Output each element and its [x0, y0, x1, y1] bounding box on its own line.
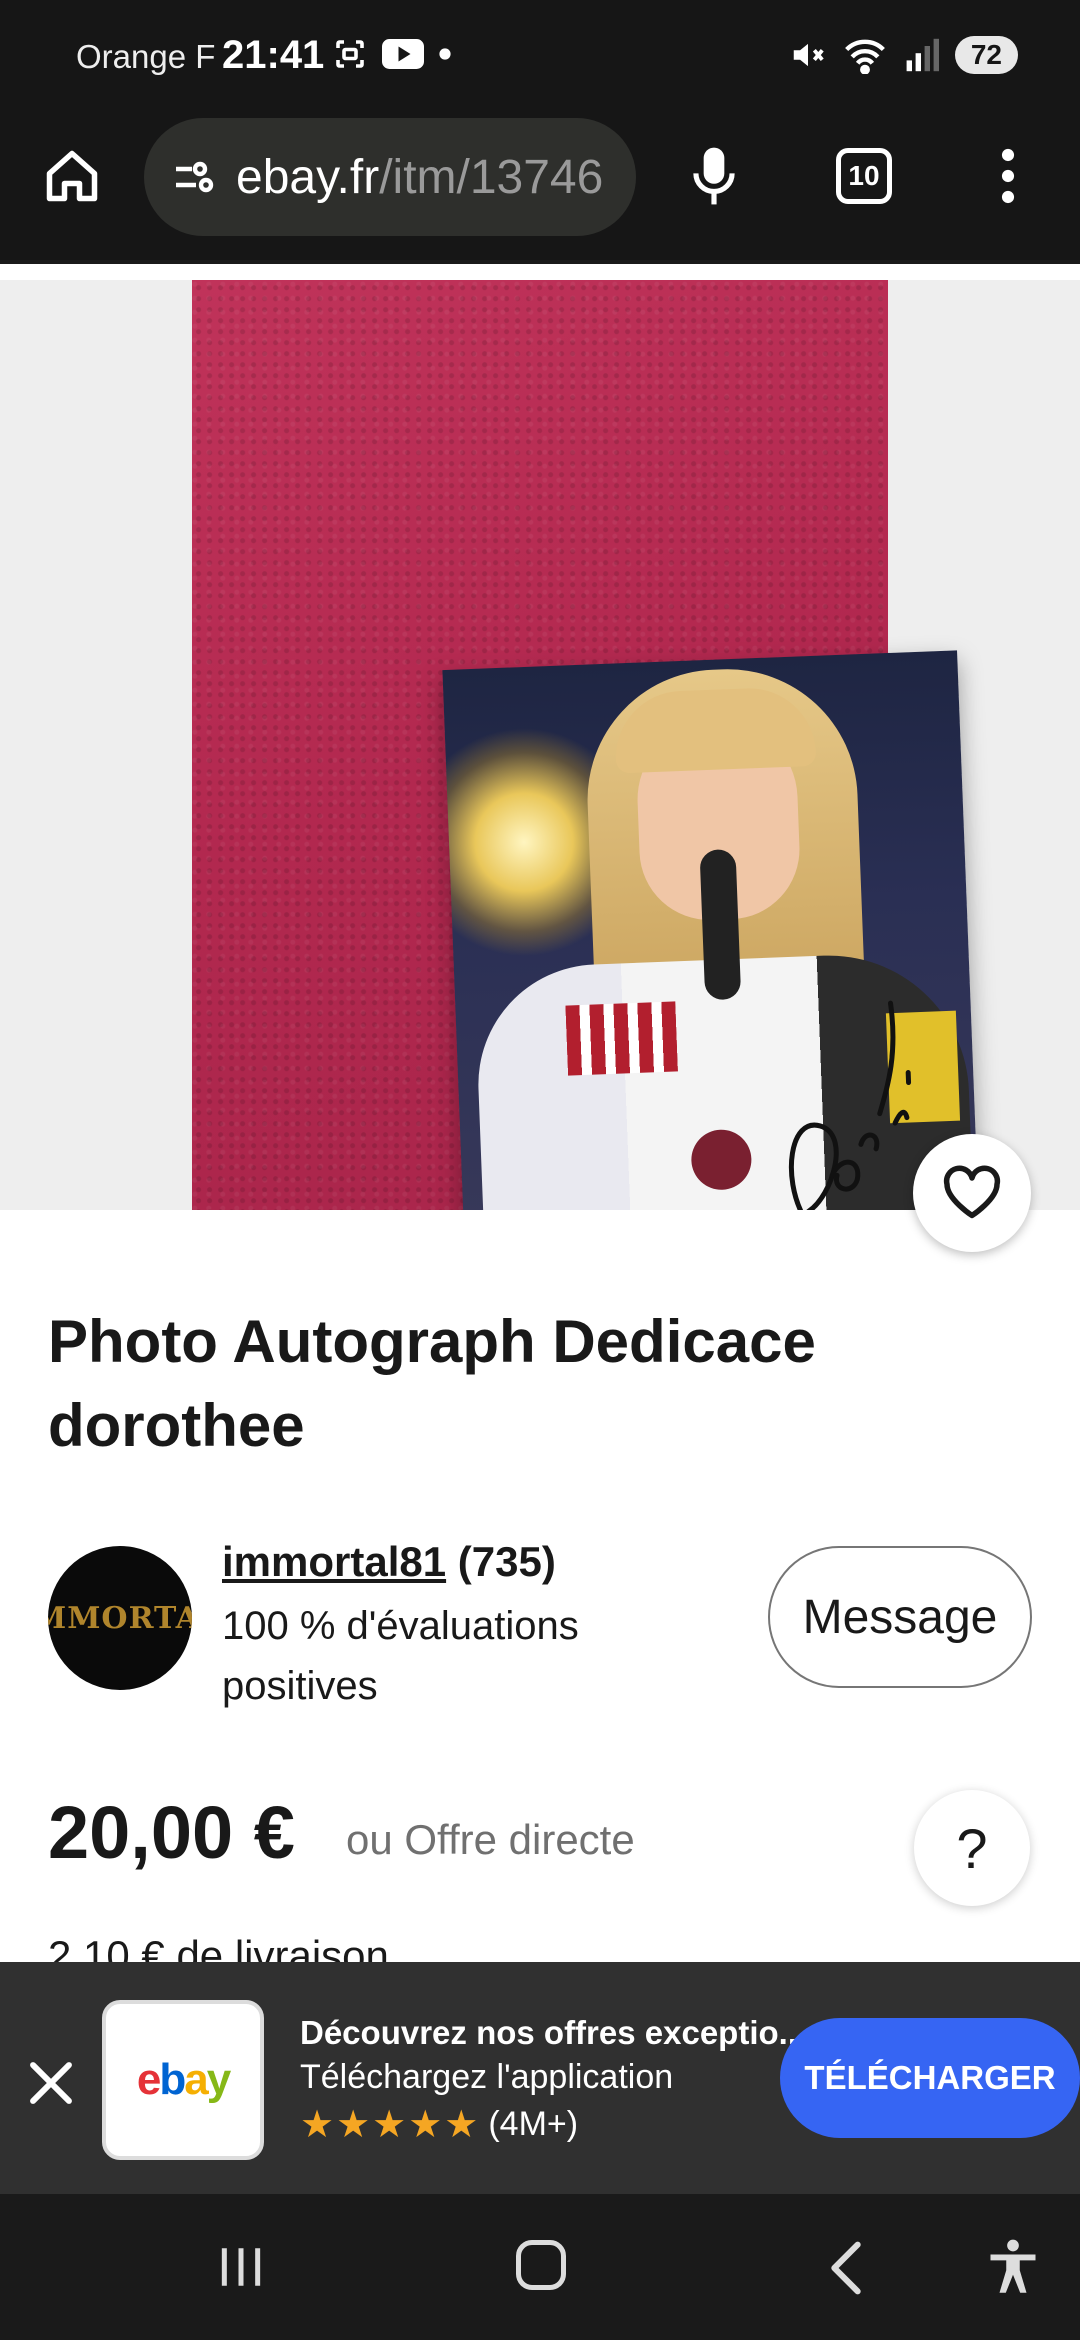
toolbar-divider	[0, 260, 1080, 264]
youtube-icon	[382, 39, 424, 69]
tabs-button[interactable]: 10	[836, 148, 892, 204]
product-photo[interactable]	[192, 280, 981, 1210]
autograph-photo-card	[442, 650, 981, 1210]
rating-count: (4M+)	[488, 2105, 579, 2143]
seller-feedback-count: (735)	[457, 1538, 556, 1585]
listing-title: Photo Autograph Dedicace dorothee	[48, 1308, 816, 1459]
screenshot-icon	[336, 40, 364, 68]
close-icon[interactable]	[24, 2056, 78, 2110]
logo-letter-a: a	[184, 2055, 209, 2104]
more-vert-icon	[1001, 148, 1015, 204]
banner-title: Découvrez nos offres exceptio...	[300, 2014, 807, 2051]
logo-letter-e: e	[136, 2055, 162, 2104]
mute-icon	[793, 43, 824, 67]
mic-icon	[693, 147, 735, 205]
more-menu-button[interactable]	[988, 140, 1028, 212]
best-offer-label: ou Offre directe	[346, 1816, 635, 1863]
back-icon[interactable]	[826, 2240, 866, 2296]
clock: 21:41	[222, 33, 325, 77]
banner-subtitle: Téléchargez l'application	[300, 2058, 674, 2096]
recent-apps-icon[interactable]	[216, 2244, 266, 2290]
dot-icon	[439, 48, 451, 60]
url-host: ebay.fr	[236, 150, 380, 204]
message-seller-button[interactable]: Message	[768, 1546, 1032, 1688]
home-nav-icon[interactable]	[516, 2240, 566, 2290]
home-icon	[46, 150, 98, 202]
battery-indicator: 72	[954, 36, 1018, 74]
accessibility-icon[interactable]	[986, 2238, 1040, 2298]
image-gallery[interactable]	[0, 280, 1080, 1210]
seller-avatar[interactable]: IMMORTAL	[48, 1546, 192, 1690]
logo-letter-b: b	[159, 2055, 186, 2104]
signal-icon	[906, 38, 939, 72]
seller-avatar-text: IMMORTAL	[48, 1600, 192, 1636]
download-app-button[interactable]: TÉLÉCHARGER	[780, 2018, 1080, 2138]
star-rating-icon: ★★★★★	[300, 2104, 481, 2146]
seller-info: immortal81 (735)	[222, 1538, 556, 1586]
seller-rating: 100 % d'évaluations positives	[222, 1604, 579, 1708]
banner-rating: ★★★★★ (4M+)	[300, 2102, 578, 2147]
site-settings-icon[interactable]	[170, 153, 218, 201]
price: 20,00 €	[48, 1791, 295, 1874]
voice-search-button[interactable]	[682, 140, 746, 212]
seller-name-link[interactable]: immortal81	[222, 1538, 446, 1585]
address-bar[interactable]: ebay.fr/itm/13746	[144, 118, 636, 236]
help-button[interactable]: ?	[914, 1790, 1030, 1906]
logo-letter-y: y	[206, 2055, 232, 2104]
status-bar: Orange F 21:41 72	[0, 0, 1080, 118]
url-text: ebay.fr/itm/13746	[236, 150, 603, 205]
signature-graphic	[788, 1000, 912, 1210]
carrier-label: Orange F	[76, 38, 216, 75]
add-to-watchlist-button[interactable]	[913, 1134, 1031, 1252]
browser-toolbar: ebay.fr/itm/13746 10	[0, 118, 1080, 260]
heart-icon	[943, 1165, 1001, 1219]
ebay-logo: ebay	[102, 2000, 264, 2160]
url-path: /itm/13746	[379, 150, 604, 204]
system-nav-bar	[0, 2194, 1080, 2340]
home-button[interactable]	[36, 140, 108, 212]
wifi-icon	[844, 39, 885, 74]
app-install-banner: ebay Découvrez nos offres exceptio... Té…	[0, 1962, 1080, 2194]
